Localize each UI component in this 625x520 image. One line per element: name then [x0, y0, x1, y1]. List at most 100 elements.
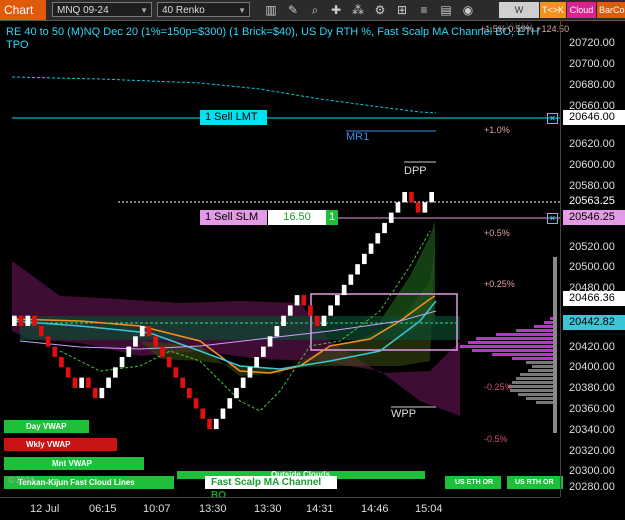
price-axis[interactable]: 20720.00 20700.00 20680.00 20660.00 2062…: [560, 21, 625, 497]
renko-brick: [193, 398, 199, 409]
fast-scalp-button[interactable]: Fast Scalp MA Channel BO: [205, 476, 337, 501]
chevron-down-icon: ▼: [140, 6, 148, 15]
renko-brick: [308, 305, 313, 316]
drawing-list-icon[interactable]: ▤: [438, 2, 454, 18]
templates-icon[interactable]: ⊞: [394, 2, 410, 18]
renko-brick: [341, 284, 347, 296]
volume-profile-bar: [532, 365, 556, 368]
bars-icon[interactable]: ▥: [263, 2, 279, 18]
pct-label: -0.25%: [484, 382, 513, 392]
time-axis[interactable]: 12 Jul 06:15 10:07 13:30 13:30 14:31 14:…: [0, 497, 560, 520]
volume-profile-bar: [496, 333, 556, 336]
price-tag-stop: 20546.25: [563, 210, 625, 225]
renko-brick: [45, 336, 51, 347]
mnt-vwap-button[interactable]: Mnt VWAP: [4, 457, 144, 470]
renko-brick: [368, 243, 374, 254]
renko-brick: [355, 264, 360, 275]
sell-limit-order[interactable]: 1 Sell LMT: [200, 110, 267, 125]
renko-brick: [139, 326, 145, 337]
header-overlay: +1.5% 0.59% +124.50: [480, 24, 570, 34]
renko-brick: [382, 222, 387, 234]
close-order-icon[interactable]: ✕: [547, 113, 558, 124]
chart-title: Chart: [0, 0, 46, 20]
price-label: 20320.00: [569, 445, 615, 457]
wvwap-button[interactable]: W VWAP: [499, 2, 539, 31]
renko-brick: [200, 408, 206, 419]
renko-brick: [422, 202, 428, 213]
crosshair-icon[interactable]: ✚: [328, 2, 344, 18]
copyright-label: © 2024: [8, 476, 34, 485]
price-label: 20420.00: [569, 341, 615, 353]
strategy-icon[interactable]: ⚙: [372, 2, 388, 18]
renko-brick: [395, 202, 401, 213]
instrument-value: MNQ 09-24: [57, 5, 109, 16]
volume-profile-bar: [510, 389, 556, 392]
price-label: 20340.00: [569, 424, 615, 436]
us-eth-or-button[interactable]: US ETH OR: [445, 476, 501, 489]
zoom-icon[interactable]: ⌕: [307, 2, 323, 18]
value-area-zone: [20, 316, 460, 340]
price-label: 20580.00: [569, 180, 615, 192]
properties-icon[interactable]: ≡: [416, 2, 432, 18]
renko-brick: [234, 387, 239, 399]
renko-brick: [274, 326, 280, 337]
renko-brick: [254, 357, 259, 368]
volume-profile-spine: [553, 257, 557, 433]
instrument-selector[interactable]: MNQ 09-24 ▼: [52, 2, 152, 17]
sell-stop-order[interactable]: 1 Sell SLM: [200, 210, 267, 225]
renko-brick: [321, 315, 327, 326]
volume-profile-bar: [534, 325, 556, 328]
price-label: 20400.00: [569, 361, 615, 373]
renko-brick: [294, 295, 300, 306]
price-tag-last: 20563.25: [563, 194, 625, 209]
price-tag-ma: 20442.82: [563, 315, 625, 330]
ma-channel-green: [380, 221, 435, 331]
renko-brick: [126, 346, 132, 357]
renko-brick: [52, 346, 58, 357]
us-rth-or-button[interactable]: US RTH OR: [507, 476, 563, 489]
renko-brick: [301, 295, 307, 306]
indicators-icon[interactable]: ⁂: [350, 2, 366, 18]
time-label: 14:31: [306, 503, 334, 515]
price-label: 20620.00: [569, 138, 615, 150]
renko-brick: [362, 253, 367, 265]
tk-button[interactable]: T<>K: [540, 2, 566, 18]
pct-label: +1.0%: [484, 125, 510, 135]
renko-brick: [328, 305, 333, 316]
close-order-icon[interactable]: ✕: [547, 213, 558, 224]
renko-brick: [187, 387, 192, 399]
price-label: 20680.00: [569, 79, 615, 91]
time-label: 14:46: [361, 503, 389, 515]
price-tag-vwap: 20466.36: [563, 291, 625, 306]
renko-brick: [160, 346, 165, 357]
mr1-label: MR1: [346, 131, 370, 143]
volume-profile-bar: [518, 393, 556, 396]
renko-brick: [18, 315, 24, 326]
renko-brick: [106, 377, 111, 388]
chevron-down-icon: ▼: [238, 6, 246, 15]
volume-profile-bar: [472, 349, 556, 352]
cloud-button[interactable]: Cloud: [567, 2, 596, 18]
renko-brick: [59, 357, 64, 368]
renko-brick: [113, 367, 118, 378]
renko-brick: [220, 408, 226, 419]
toggle-icon[interactable]: ◉: [460, 2, 476, 18]
bar-type-selector[interactable]: 40 Renko ▼: [157, 2, 250, 17]
day-vwap-button[interactable]: Day VWAP: [4, 420, 89, 433]
wkly-vwap-button[interactable]: Wkly VWAP: [4, 438, 117, 451]
volume-profile-bar: [508, 385, 556, 388]
price-label: 20360.00: [569, 403, 615, 415]
stop-order-qty[interactable]: 1: [326, 210, 338, 225]
volume-profile-bar: [460, 345, 556, 348]
stop-order-price[interactable]: 16.50: [268, 210, 326, 225]
renko-brick: [348, 274, 354, 285]
volume-profile-bar: [476, 337, 556, 340]
barco-button[interactable]: BarCo: [597, 2, 625, 18]
time-label: 12 Jul: [30, 503, 60, 515]
renko-brick: [335, 295, 340, 306]
renko-brick: [375, 233, 381, 244]
volume-profile-bar: [516, 329, 556, 332]
renko-brick: [247, 367, 253, 378]
renko-brick: [267, 336, 273, 347]
draw-tool-icon[interactable]: ✎: [285, 2, 301, 18]
